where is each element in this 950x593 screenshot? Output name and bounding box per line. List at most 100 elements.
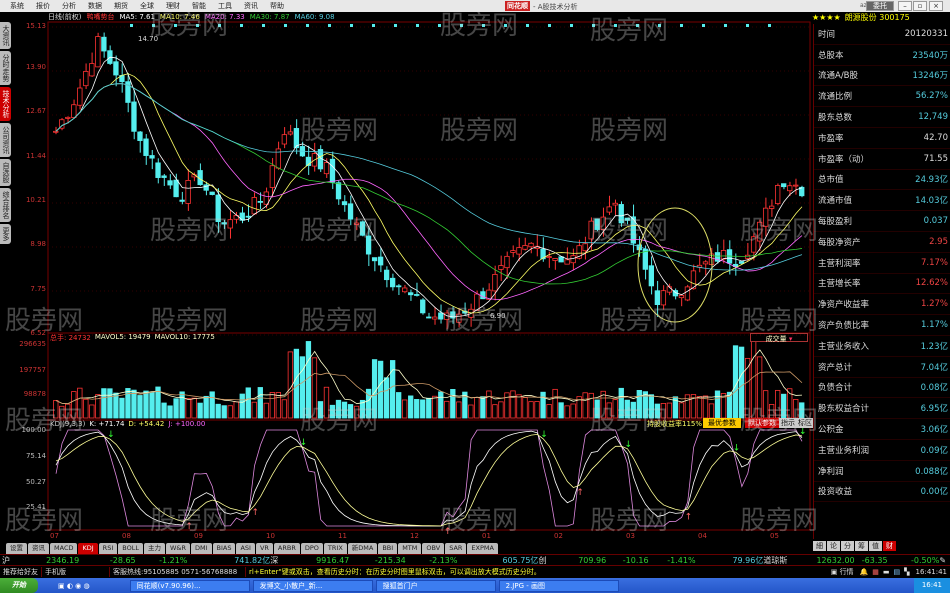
right-tab[interactable]: 值 [869,541,882,551]
bell-icon[interactable]: 🔔 [860,568,869,576]
wrench-icon[interactable]: ✎ [939,556,950,565]
indicator-tab[interactable]: 主力 [143,543,165,554]
candle-body [492,274,498,292]
indicator-tab[interactable]: DPO [300,543,323,554]
recommend-link[interactable]: 推荐给好友 [0,566,42,577]
candle-body [582,243,588,252]
candle-body [756,221,763,242]
date-tick: 11 [338,532,347,540]
taskbar-item[interactable]: 2.JPG - 画图 [498,579,619,592]
market-button[interactable]: ▣ 行情 [831,567,854,577]
dj-value[interactable]: 12632.00 [801,556,854,565]
indicator-tab[interactable]: 设置 [6,543,27,554]
zone-button[interactable]: 标区 [796,418,814,428]
mobile-link[interactable]: 手机版 [42,566,110,577]
kdj-d: D: +54.42 [128,420,165,428]
indicator-tab[interactable]: ASI [236,543,255,554]
fundamental-label: 主营利润率 [818,258,861,269]
indicator-tab[interactable]: SAR [445,543,467,554]
sh-label: 沪 [2,555,10,565]
right-tab[interactable]: 細 [813,541,826,551]
fundamental-value: 1.27% [920,299,948,310]
mavol5-value: MAVOL5: 19479 [94,333,151,341]
default-params-button[interactable]: 默认参数 [745,418,779,428]
indicator-tab[interactable]: ARBR [273,543,300,554]
indicator-tab[interactable]: MACD [50,543,78,554]
fundamental-value: 0.088亿 [915,466,948,477]
volume-bar [708,403,715,419]
fundamental-value: 20120331 [904,28,948,39]
close-button[interactable]: × [929,1,943,11]
signal-button[interactable]: 指示 [779,418,797,428]
fundamental-label: 净利润 [818,466,844,477]
minimize-button[interactable]: – [898,1,912,11]
indicator-tab[interactable]: OBV [422,543,445,554]
indicator-tab[interactable]: W&R [165,543,190,554]
right-tab-finance[interactable]: 财 [883,541,896,551]
fundamental-value: 2.95 [929,236,948,247]
indicator-tab[interactable]: BBI [378,543,398,554]
volume-bar [299,356,306,419]
candle-body [588,220,594,240]
right-tab[interactable]: 筹 [855,541,868,551]
indicator-tabs: 设置 资讯 MACD KDJ RSI BOLL 主力 W&R DMI BIAS ASI VR ARBR D… [0,543,812,554]
volume-bar [510,390,516,419]
window-icon[interactable]: ▤ [894,568,901,576]
network-icon[interactable]: ▚ [904,568,909,576]
taskbar-item[interactable]: 搜狐首门户 [375,579,496,592]
volume-bar [714,390,721,419]
indicator-tab[interactable]: DMI [190,543,212,554]
fundamental-value: 13246万 [912,71,948,82]
volume-bar [480,396,486,419]
indicator-tab[interactable]: RSI [98,543,118,554]
candle-body [287,131,294,135]
volume-bar [347,404,354,419]
calendar-icon[interactable]: ▦ [872,568,879,576]
maximize-button[interactable]: ▫ [913,1,927,11]
indicator-tab[interactable]: EXPMA [467,543,498,554]
indicator-tab[interactable]: BOLL [118,543,143,554]
volume-bar [215,403,221,419]
volume-bar [197,402,203,419]
quick-launch-icons[interactable]: ▣ ◐ ◉ ◍ [58,582,90,590]
volume-bar [221,405,227,419]
indicator-tab[interactable]: MTM [398,543,422,554]
sh-value[interactable]: 2346.19 [13,556,79,565]
fundamental-row: 资产总计 7.04亿 [814,357,950,378]
optimal-params-button[interactable]: 最优参数 [703,418,741,428]
volume-bar [402,399,408,419]
candle-body [594,218,600,230]
taskbar-item[interactable]: 同花顺(v7.90.96)... [129,579,250,592]
indicator-tab[interactable]: 新DMA [347,543,378,554]
right-tab[interactable]: 论 [827,541,840,551]
candle-body [570,255,576,264]
signal-dot [570,24,573,27]
volume-bar [83,398,89,419]
indicator-selector[interactable]: 成交量 ▾ [750,333,808,343]
signal-dot [174,24,177,27]
indicator-tab[interactable]: BIAS [212,543,236,554]
volume-bar [660,403,667,419]
status-bar: 推荐给好友 手机版 客服热线:95105885 0571-56768888 rl… [0,565,950,577]
stock-name[interactable]: 朗源股份 300175 [845,12,910,23]
cy-value[interactable]: 709.96 [550,556,606,565]
indicator-tab[interactable]: VR [255,543,273,554]
message-icon[interactable]: ▬ [883,568,890,576]
indicator-tab[interactable]: KDJ [78,543,98,554]
start-button[interactable]: 开始 [0,578,38,593]
candle-body [618,204,624,224]
fundamental-label: 总股本 [818,50,844,61]
right-tab[interactable]: 分 [841,541,854,551]
stock-chart[interactable]: ↓↑↑↓↑↓↑↓↑↓↓14.706.90 [0,0,812,545]
trade-button[interactable]: 委托 [866,1,894,11]
indicator-tab[interactable]: 资讯 [28,543,49,554]
taskbar-item[interactable]: 发博文_小散户_新... [252,579,373,592]
volume-bar [486,390,492,419]
fundamental-label: 每股盈利 [818,217,853,228]
candle-body [137,131,143,141]
candle-body [239,212,245,221]
sell-signal-icon: ↓ [300,438,308,448]
sz-value[interactable]: 9916.47 [282,556,349,565]
signal-dot [262,24,265,27]
indicator-tab[interactable]: TRIX [323,543,347,554]
